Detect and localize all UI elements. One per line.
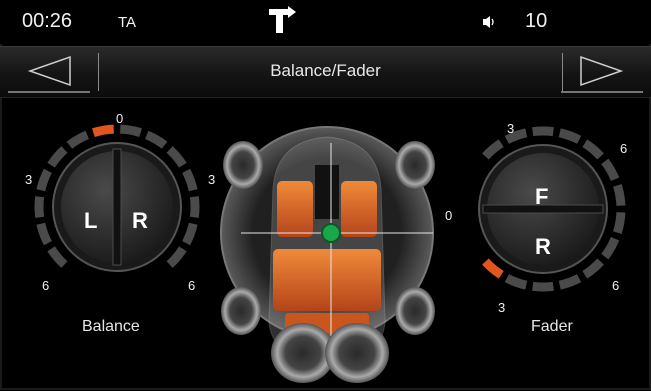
- title-bar: Balance/Fader: [0, 46, 651, 98]
- scale-segment: [189, 196, 200, 218]
- nav-turn-icon: [269, 6, 296, 33]
- fader-scale-bottom-right: 6: [612, 278, 620, 293]
- balance-scale-bottom-left: 6: [42, 278, 50, 293]
- scale-segment: [144, 130, 168, 149]
- scale-segment: [36, 222, 52, 246]
- scale-segment: [601, 236, 620, 260]
- scale-segment: [182, 222, 198, 246]
- scale-segment: [34, 196, 45, 218]
- speaker-rear-left: [221, 287, 261, 335]
- front-right-seat: [341, 181, 377, 237]
- status-bar: 00:26 TA 10: [0, 0, 651, 44]
- scale-segment: [532, 281, 554, 292]
- volume-icon: [483, 16, 494, 28]
- scale-segment: [613, 211, 626, 234]
- balance-scale-top: 0: [116, 111, 124, 126]
- balance-fader-position-marker[interactable]: [321, 223, 341, 243]
- scale-segment: [558, 128, 582, 144]
- speaker-front-right: [395, 141, 435, 189]
- scale-segment: [482, 139, 504, 160]
- subwoofer-right: [325, 323, 389, 383]
- fader-scale-top: 3: [507, 121, 515, 136]
- fader-scale-top-right: 6: [620, 141, 628, 156]
- fader-caption: Fader: [531, 318, 573, 335]
- scale-segment-active: [482, 258, 504, 279]
- front-left-seat: [277, 181, 313, 237]
- fader-scale-mid: 0: [445, 208, 453, 223]
- center-console: [315, 165, 339, 219]
- fader-rear-letter: R: [535, 234, 551, 259]
- scale-segment: [613, 184, 626, 207]
- rear-seat: [273, 249, 381, 311]
- balance-right-letter: R: [132, 208, 148, 233]
- scale-segment: [166, 246, 187, 268]
- scale-segment: [119, 124, 142, 137]
- center-scale-label: 3: [208, 172, 216, 187]
- clock: 00:26: [22, 10, 73, 32]
- balance-knob-divider: [112, 148, 122, 266]
- scale-segment: [582, 258, 604, 279]
- scale-segment: [601, 158, 620, 182]
- right-triangle-icon: [561, 55, 643, 93]
- fader-scale-bottom-left: 3: [498, 300, 506, 315]
- volume-value: 10: [525, 10, 548, 32]
- scale-segment: [47, 246, 68, 268]
- scale-segment: [166, 146, 187, 168]
- scale-segment: [504, 274, 528, 290]
- scale-segment: [47, 146, 68, 168]
- scale-segment: [532, 126, 554, 137]
- speaker-front-left: [223, 141, 263, 189]
- scale-segment: [182, 168, 198, 192]
- balance-knob[interactable]: [23, 115, 213, 295]
- speaker-rear-right: [395, 287, 435, 335]
- scale-segment-active: [92, 124, 115, 137]
- scale-segment: [66, 130, 90, 149]
- next-button[interactable]: [553, 47, 643, 97]
- scale-segment: [558, 274, 582, 290]
- balance-caption: Balance: [82, 318, 140, 335]
- balance-scale-bottom-right: 6: [188, 278, 196, 293]
- car-speaker-view[interactable]: [215, 121, 440, 391]
- main-area: 0 3 6 6 L R Balance 3 3 6 0 3 6 F R Fade…: [0, 97, 651, 390]
- scale-segment: [582, 139, 604, 160]
- balance-left-letter: L: [84, 208, 98, 233]
- fader-front-letter: F: [535, 184, 549, 209]
- scale-segment: [36, 168, 52, 192]
- traffic-announcement-indicator: TA: [118, 14, 137, 31]
- balance-scale-mid: 3: [25, 172, 33, 187]
